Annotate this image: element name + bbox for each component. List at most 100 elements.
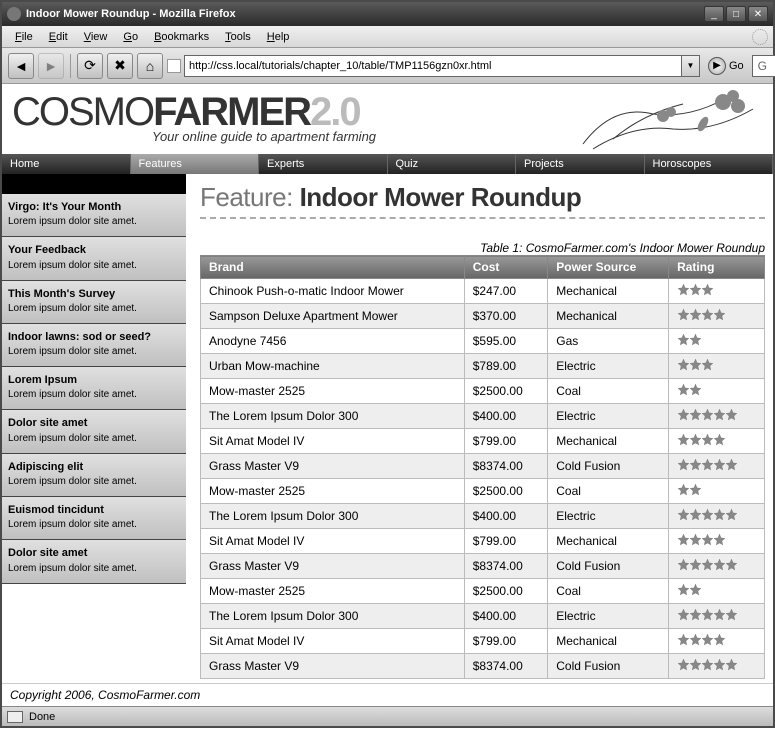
sidebar-item-6[interactable]: Adipiscing elitLorem ipsum dolor site am… [2,454,186,497]
cell-brand: Anodyne 7456 [201,329,465,354]
rating-stars [677,610,737,624]
url-dropdown-button[interactable]: ▼ [682,55,700,77]
nav-projects[interactable]: Projects [516,154,645,174]
rating-stars [677,535,725,549]
url-input[interactable] [184,55,682,77]
cell-power: Coal [548,479,669,504]
star-icon [713,433,726,446]
table-row: Sit Amat Model IV$799.00Mechanical [201,429,765,454]
rating-stars [677,585,701,599]
rating-stars [677,660,737,674]
search-input[interactable] [752,55,775,77]
nav-home[interactable]: Home [2,154,131,174]
rating-stars [677,435,725,449]
sidebar-item-text: Lorem ipsum dolor site amet. [8,303,137,314]
table-row: The Lorem Ipsum Dolor 300$400.00Electric [201,404,765,429]
sidebar-item-title: Euismod tincidunt [8,503,180,517]
home-button[interactable]: ⌂ [137,53,163,79]
cell-rating [669,304,765,329]
cell-brand: Grass Master V9 [201,554,465,579]
menu-view[interactable]: View [76,29,116,45]
col-cost: Cost [464,256,548,279]
cell-cost: $8374.00 [464,554,548,579]
nav-features[interactable]: Features [131,154,260,174]
star-icon [713,533,726,546]
sidebar-item-title: Virgo: It's Your Month [8,200,180,214]
cell-brand: Chinook Push-o-matic Indoor Mower [201,279,465,304]
sidebar-item-text: Lorem ipsum dolor site amet. [8,433,137,444]
cell-cost: $799.00 [464,629,548,654]
cell-cost: $8374.00 [464,654,548,679]
table-row: Grass Master V9$8374.00Cold Fusion [201,454,765,479]
sidebar-item-5[interactable]: Dolor site ametLorem ipsum dolor site am… [2,410,186,453]
rating-stars [677,335,701,349]
star-icon [725,408,738,421]
cell-brand: The Lorem Ipsum Dolor 300 [201,404,465,429]
cell-power: Coal [548,579,669,604]
app-icon [7,7,21,21]
menu-edit[interactable]: Edit [41,29,76,45]
nav-experts[interactable]: Experts [259,154,388,174]
forward-button[interactable]: ► [38,53,64,79]
table-row: Mow-master 2525$2500.00Coal [201,379,765,404]
back-button[interactable]: ◄ [8,53,34,79]
heading-title: Indoor Mower Roundup [300,182,582,212]
star-icon [689,483,702,496]
sidebar-item-title: Your Feedback [8,243,180,257]
menu-file[interactable]: File [7,29,41,45]
minimize-button[interactable]: _ [704,6,724,22]
cell-cost: $799.00 [464,529,548,554]
star-icon [725,458,738,471]
table-row: Sit Amat Model IV$799.00Mechanical [201,529,765,554]
sidebar-item-3[interactable]: Indoor lawns: sod or seed?Lorem ipsum do… [2,324,186,367]
table-row: The Lorem Ipsum Dolor 300$400.00Electric [201,504,765,529]
banner: COSMOFARMER2.0 Your online guide to apar… [2,84,773,154]
reload-button[interactable]: ⟳ [77,53,103,79]
cell-brand: The Lorem Ipsum Dolor 300 [201,604,465,629]
menu-tools[interactable]: Tools [217,29,259,45]
col-power-source: Power Source [548,256,669,279]
cell-power: Electric [548,604,669,629]
sidebar-item-7[interactable]: Euismod tinciduntLorem ipsum dolor site … [2,497,186,540]
cell-rating [669,329,765,354]
close-button[interactable]: ✕ [748,6,768,22]
cell-rating [669,404,765,429]
go-icon: ▶ [708,57,726,75]
cell-rating [669,379,765,404]
cell-power: Electric [548,354,669,379]
titlebar: Indoor Mower Roundup - Mozilla Firefox _… [2,2,773,26]
menu-go[interactable]: Go [115,29,146,45]
cell-brand: Urban Mow-machine [201,354,465,379]
cell-brand: Grass Master V9 [201,654,465,679]
menu-help[interactable]: Help [259,29,298,45]
cell-cost: $2500.00 [464,379,548,404]
sidebar-item-0[interactable]: Virgo: It's Your MonthLorem ipsum dolor … [2,194,186,237]
maximize-button[interactable]: □ [726,6,746,22]
sidebar-item-4[interactable]: Lorem IpsumLorem ipsum dolor site amet. [2,367,186,410]
sidebar-item-text: Lorem ipsum dolor site amet. [8,389,137,400]
table-row: Mow-master 2525$2500.00Coal [201,479,765,504]
rating-stars [677,385,701,399]
menu-bookmarks[interactable]: Bookmarks [146,29,217,45]
status-text: Done [29,711,55,723]
cell-power: Cold Fusion [548,454,669,479]
cell-rating [669,354,765,379]
sidebar-item-2[interactable]: This Month's SurveyLorem ipsum dolor sit… [2,281,186,324]
sidebar-header-bar [2,174,186,194]
star-icon [725,558,738,571]
star-icon [713,633,726,646]
sidebar-item-title: Adipiscing elit [8,460,180,474]
table-row: Mow-master 2525$2500.00Coal [201,579,765,604]
table-row: Sit Amat Model IV$799.00Mechanical [201,629,765,654]
sidebar-item-8[interactable]: Dolor site ametLorem ipsum dolor site am… [2,540,186,583]
go-button[interactable]: ▶ Go [708,57,744,75]
nav-quiz[interactable]: Quiz [388,154,517,174]
sidebar-item-1[interactable]: Your FeedbackLorem ipsum dolor site amet… [2,237,186,280]
cell-power: Mechanical [548,629,669,654]
star-icon [689,383,702,396]
nav-horoscopes[interactable]: Horoscopes [645,154,774,174]
stop-button[interactable]: ✖ [107,53,133,79]
rating-stars [677,460,737,474]
cell-brand: Sit Amat Model IV [201,429,465,454]
cell-rating [669,529,765,554]
